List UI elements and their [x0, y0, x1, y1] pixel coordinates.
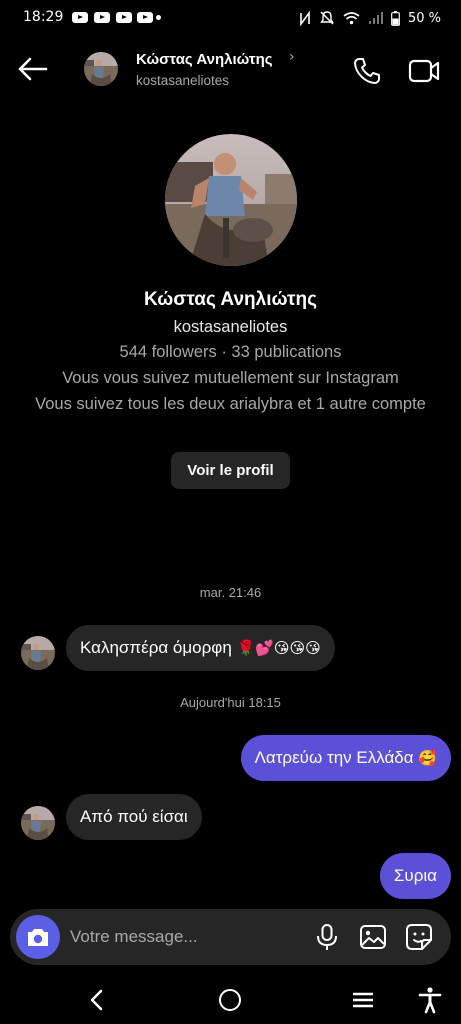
message-bubble-outgoing[interactable]: Λατρεύω την Ελλάδα 🥰 — [240, 735, 451, 781]
system-navigation-bar — [0, 978, 461, 1024]
nav-home-icon[interactable] — [219, 989, 241, 1011]
message-text: Λατρεύω την Ελλάδα — [254, 748, 414, 767]
nav-recents-icon[interactable] — [352, 991, 374, 1009]
avatar[interactable] — [21, 636, 55, 670]
profile-name: Κώστας Ανηλιώτης — [144, 289, 317, 310]
message-bubble-incoming[interactable]: Καλησπέρα όμορφη 🌹💕😘😘😘 — [66, 625, 335, 671]
youtube-icon — [137, 12, 153, 23]
mutual-follow-text: Vous vous suivez mutuellement sur Instag… — [62, 369, 399, 387]
wifi-icon — [343, 12, 360, 25]
message-emoji: 🥰 — [418, 749, 437, 767]
video-camera-icon[interactable] — [407, 56, 441, 86]
message-emoji: 🌹💕😘😘😘 — [236, 639, 321, 657]
accessibility-icon[interactable] — [418, 986, 442, 1014]
message-bubble-outgoing[interactable]: Συρια — [379, 853, 451, 899]
microphone-icon[interactable] — [313, 923, 341, 951]
message-text: Καλησπέρα όμορφη — [80, 638, 232, 657]
phone-icon[interactable] — [352, 56, 382, 86]
youtube-icon — [116, 12, 132, 23]
contact-name[interactable]: Κώστας Ανηλιώτης — [136, 51, 273, 68]
sticker-icon[interactable] — [405, 923, 433, 951]
followed-by-text: Vous suivez tous les deux arialybra et 1… — [35, 395, 426, 413]
chat-header: Κώστας Ανηλιώτης › kostasaneliotes — [0, 36, 461, 102]
camera-icon — [28, 929, 48, 946]
profile-username: kostasaneliotes — [173, 318, 288, 336]
profile-avatar[interactable] — [165, 134, 297, 266]
nav-back-icon[interactable] — [86, 988, 108, 1012]
camera-button[interactable] — [16, 915, 60, 959]
timestamp: Aujourd'hui 18:15 — [180, 695, 281, 710]
back-arrow-icon[interactable] — [16, 54, 50, 84]
view-profile-button[interactable]: Voir le profil — [171, 452, 290, 489]
message-bubble-incoming[interactable]: Από πού είσαι — [66, 794, 202, 840]
notification-dot-icon — [156, 15, 161, 20]
signal-icon — [368, 12, 383, 24]
timestamp: mar. 21:46 — [199, 585, 262, 600]
mute-bell-icon — [320, 11, 334, 25]
message-text: Από πού είσαι — [80, 807, 188, 826]
battery-percent: 50 % — [407, 10, 441, 26]
status-time: 18:29 — [23, 9, 64, 25]
avatar[interactable] — [84, 52, 118, 86]
nfc-icon — [300, 10, 310, 26]
status-bar: 18:29 50 % — [0, 0, 461, 36]
chevron-right-icon[interactable]: › — [289, 49, 295, 65]
battery-icon — [391, 10, 400, 26]
message-composer — [10, 909, 451, 965]
contact-username[interactable]: kostasaneliotes — [136, 73, 229, 88]
message-text: Συρια — [393, 866, 437, 885]
message-input[interactable] — [70, 921, 290, 953]
avatar[interactable] — [21, 806, 55, 840]
youtube-icon — [72, 12, 88, 23]
system-icons: 50 % — [299, 8, 441, 28]
gallery-icon[interactable] — [359, 923, 387, 951]
youtube-icon — [94, 12, 110, 23]
profile-stats: 544 followers · 33 publications — [119, 343, 342, 361]
